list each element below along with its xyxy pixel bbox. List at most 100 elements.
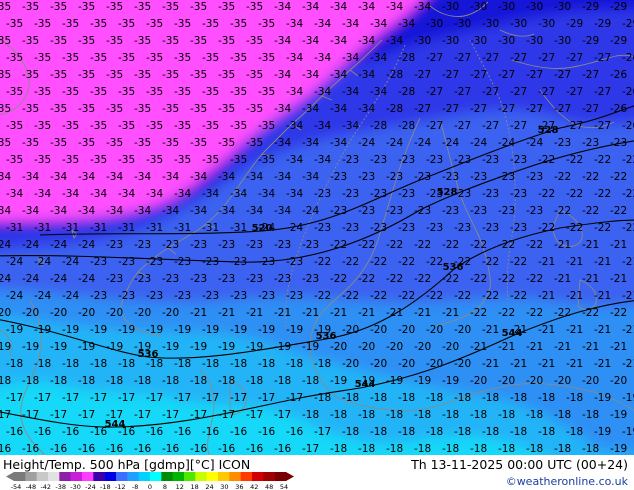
temperature-value: -22 [526,307,543,319]
temperature-value: -24 [498,137,515,149]
height-contour-label: 520 [252,223,273,234]
color-scale-segment [172,472,185,481]
temperature-value: -34 [286,120,303,132]
map-title: Height/Temp. 500 hPa [gdmp][°C] ICON [3,457,251,472]
temperature-value: -35 [34,86,51,98]
temperature-value: -24 [78,273,95,285]
temperature-value: -17 [6,392,23,404]
temperature-value: -35 [134,1,151,13]
temperature-value: -27 [498,103,515,115]
temperature-value: -18 [538,392,555,404]
color-scale-segment [25,472,37,481]
temperature-value: -20 [398,358,415,370]
temperature-value: -27 [538,52,555,64]
temperature-value: -35 [118,154,135,166]
temperature-value: -20 [426,324,443,336]
temperature-value: -35 [50,137,67,149]
temperature-value: -21 [610,239,627,251]
temperature-value: -21 [582,239,599,251]
temperature-value: -23 [90,256,107,268]
temperature-value: -22 [526,273,543,285]
temperature-value: -23 [258,290,275,302]
temperature-value: -26 [610,69,627,81]
temperature-value: -17 [302,443,319,455]
color-scale-tick: -30 [70,483,81,490]
temperature-value: -22 [566,222,583,234]
temperature-value: -23 [526,205,543,217]
color-scale-segment [93,472,105,481]
temperature-value: -23 [162,273,179,285]
temperature-value: -29 [582,35,599,47]
temperature-value: -23 [370,188,387,200]
temperature-value: -35 [146,154,163,166]
temperature-value: -27 [594,52,611,64]
temperature-value: -22 [610,205,627,217]
temperature-value: -24 [414,137,431,149]
temperature-value: -28 [398,52,415,64]
height-contour-label: 544 [502,328,523,339]
temperature-value: -17 [90,392,107,404]
temperature-value: -34 [190,171,207,183]
temperature-value: -22 [582,307,599,319]
temperature-value: -23 [174,290,191,302]
temperature-value: -18 [526,409,543,421]
temperature-value: -23 [274,273,291,285]
temperature-value: -34 [246,205,263,217]
temperature-value: -22 [358,239,375,251]
temperature-value: -34 [314,120,331,132]
temperature-value: -34 [370,18,387,30]
temperature-value: -22 [442,239,459,251]
temperature-value: -34 [286,188,303,200]
valid-time: Th 13-11-2025 00:00 UTC (00+24) [411,457,628,472]
temperature-value: -16 [62,426,79,438]
temperature-value: -21 [538,324,555,336]
color-scale-ticks: -54 -48 -42 -38 -30 -24 -18 -12 -8 0 8 12 18 24 30 36 42… [11,483,288,490]
temperature-value: -35 [258,18,275,30]
temperature-value: -19 [230,324,247,336]
temperature-value: -22 [554,171,571,183]
temperature-value: -23 [582,137,599,149]
temperature-value: -35 [174,154,191,166]
temperature-value: -30 [442,35,459,47]
temperature-value: -23 [510,154,527,166]
temperature-value: -20 [414,341,431,353]
temperature-value: -21 [538,290,555,302]
temperature-value: -21 [566,290,583,302]
temperature-value: -28 [398,120,415,132]
temperature-value: -30 [510,18,527,30]
temperature-value: -23 [414,205,431,217]
temperature-value: -24 [22,273,39,285]
temperature-value: -19 [190,341,207,353]
temperature-value: -34 [22,171,39,183]
temperature-value: -19 [146,324,163,336]
temperature-value: -22 [498,307,515,319]
color-scale-tick: 8 [163,483,167,490]
site-credit[interactable]: ©weatheronline.co.uk [506,475,628,488]
temperature-value: -21 [594,256,611,268]
temperature-value: -21 [566,324,583,336]
temperature-value: -22 [370,256,387,268]
temperature-value: -19 [6,324,23,336]
temperature-value: -23 [370,154,387,166]
temperature-value: -20 [78,307,95,319]
temperature-value: -34 [78,205,95,217]
temperature-value: -18 [90,358,107,370]
temperature-value: -35 [6,86,23,98]
temperature-value: -22 [566,154,583,166]
temperature-value: -19 [78,341,95,353]
temperature-value: -22 [330,239,347,251]
temperature-value: -35 [230,120,247,132]
temperature-value: -24 [286,222,303,234]
temperature-value: -20 [342,324,359,336]
temperature-value: -34 [90,188,107,200]
temperature-value: -16 [202,426,219,438]
temperature-value: -23 [386,171,403,183]
temperature-value: -18 [510,426,527,438]
temperature-value: -35 [246,1,263,13]
temperature-value: -22 [610,307,627,319]
temperature-value: -30 [498,1,515,13]
temperature-value: -23 [454,154,471,166]
temperature-value: -18 [370,426,387,438]
temperature-value: -20 [386,341,403,353]
temperature-value: -22 [442,273,459,285]
